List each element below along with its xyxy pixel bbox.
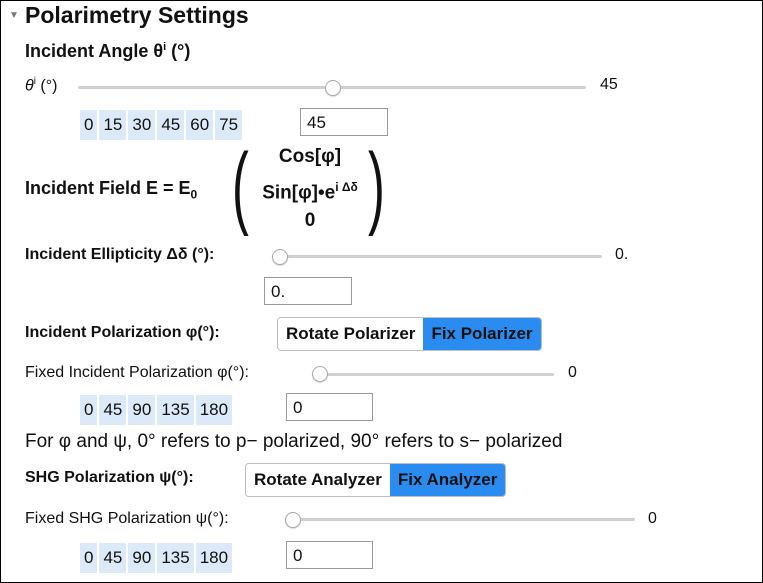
rotate-polarizer-button[interactable]: Rotate Polarizer (278, 318, 424, 350)
preset-135-button[interactable]: 135 (157, 395, 194, 425)
ellipticity-slider[interactable] (272, 255, 602, 258)
matrix-row-2: Sin[φ]•ei Δδ (262, 180, 358, 204)
section-title: Polarimetry Settings (25, 2, 249, 28)
fixed-incident-input[interactable]: 0 (286, 393, 373, 421)
preset-45-button[interactable]: 45 (157, 110, 185, 140)
fix-polarizer-button[interactable]: Fix Polarizer (423, 318, 541, 350)
shg-polarization-label: SHG Polarization ψ(°): (25, 469, 194, 486)
preset-30-button[interactable]: 30 (128, 110, 156, 140)
preset-60-button[interactable]: 60 (186, 110, 214, 140)
fix-analyzer-button[interactable]: Fix Analyzer (389, 464, 506, 496)
incident-angle-slider-knob[interactable] (325, 80, 341, 96)
incident-angle-slider-label: θi (°) (25, 76, 58, 95)
rotate-analyzer-button[interactable]: Rotate Analyzer (246, 464, 390, 496)
preset-135-button[interactable]: 135 (157, 543, 194, 573)
fixed-shg-input[interactable]: 0 (286, 541, 373, 569)
preset-0-button[interactable]: 0 (80, 110, 98, 140)
ellipticity-value: 0. (615, 246, 629, 263)
matrix-row-3: 0 (304, 210, 316, 231)
preset-15-button[interactable]: 15 (99, 110, 127, 140)
fixed-incident-presets: 0 45 90 135 180 (80, 395, 233, 425)
preset-180-button[interactable]: 180 (195, 543, 233, 573)
incident-angle-input[interactable]: 45 (300, 108, 388, 136)
preset-90-button[interactable]: 90 (128, 395, 156, 425)
incident-angle-presets: 0 15 30 45 60 75 (80, 110, 243, 140)
incident-angle-heading: Incident Angle θi (°) (25, 41, 191, 61)
collapse-triangle-icon[interactable]: ▼ (9, 10, 19, 21)
fixed-incident-value: 0 (568, 364, 577, 381)
preset-45-button[interactable]: 45 (99, 395, 127, 425)
fixed-incident-slider-knob[interactable] (312, 366, 328, 382)
incident-field-label: Incident Field E = E0 (25, 178, 198, 202)
fixed-shg-label: Fixed SHG Polarization ψ(°): (25, 510, 229, 527)
incident-polarization-toggle[interactable]: Rotate Polarizer Fix Polarizer (277, 317, 542, 351)
fixed-shg-value: 0 (648, 510, 657, 527)
ellipticity-label: Incident Ellipticity Δδ (°): (25, 246, 215, 263)
ellipticity-input[interactable]: 0. (264, 277, 352, 305)
preset-0-button[interactable]: 0 (80, 543, 98, 573)
incident-polarization-label: Incident Polarization φ(°): (25, 324, 220, 341)
fixed-shg-slider-knob[interactable] (285, 512, 301, 528)
fixed-incident-slider[interactable] (312, 373, 554, 376)
ellipticity-slider-knob[interactable] (272, 249, 288, 265)
incident-angle-value: 45 (600, 76, 618, 93)
preset-180-button[interactable]: 180 (195, 395, 233, 425)
fixed-shg-presets: 0 45 90 135 180 (80, 543, 233, 573)
preset-0-button[interactable]: 0 (80, 395, 98, 425)
matrix-row-1: Cos[φ] (278, 146, 342, 167)
fixed-shg-slider[interactable] (285, 518, 635, 521)
preset-90-button[interactable]: 90 (128, 543, 156, 573)
fixed-incident-label: Fixed Incident Polarization φ(°): (25, 364, 249, 381)
shg-polarization-toggle[interactable]: Rotate Analyzer Fix Analyzer (245, 463, 507, 497)
preset-45-button[interactable]: 45 (99, 543, 127, 573)
polarization-note: For φ and ψ, 0° refers to p− polarized, … (25, 431, 563, 452)
